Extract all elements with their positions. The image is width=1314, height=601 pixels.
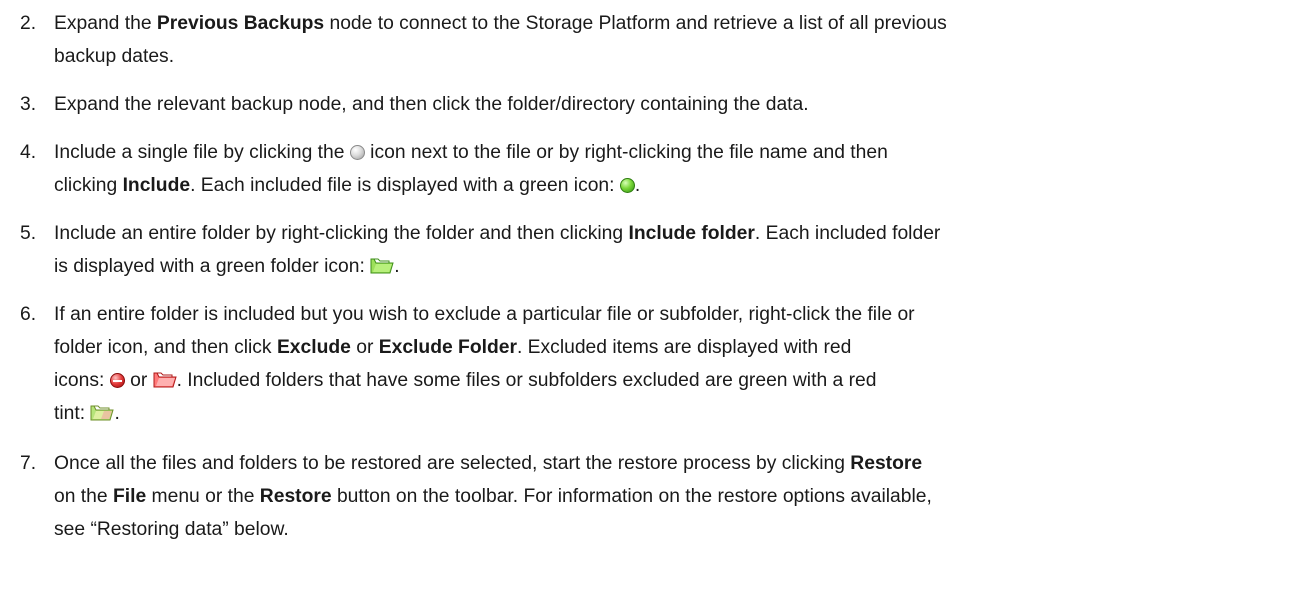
- ui-term-previous-backups: Previous Backups: [156, 13, 325, 34]
- step-number: 7.: [20, 453, 37, 474]
- step-text-line: on the File menu or the Restore button o…: [54, 486, 932, 507]
- step-text-line: icons: or . Included folders that have s…: [54, 370, 877, 391]
- ui-term-exclude: Exclude: [276, 337, 351, 358]
- step-text-line: If an entire folder is included but you …: [54, 304, 915, 325]
- step-number: 3.: [20, 94, 37, 115]
- step-number: 2.: [20, 13, 37, 34]
- ui-term-file: File: [112, 486, 147, 507]
- ui-term-restore: Restore: [850, 453, 923, 474]
- step-text-line: Once all the files and folders to be res…: [54, 453, 923, 474]
- ui-term-exclude-folder: Exclude Folder: [378, 337, 517, 358]
- step-text-line: Include an entire folder by right-clicki…: [54, 223, 941, 244]
- step-text-line: backup dates.: [54, 46, 175, 67]
- step-number: 5.: [20, 223, 37, 244]
- step-text-line: Expand the Previous Backups node to conn…: [54, 13, 947, 34]
- step-number: 6.: [20, 304, 37, 325]
- ui-term-include-folder: Include folder: [628, 223, 755, 244]
- red-folder-icon: [153, 372, 177, 388]
- red-circle-icon: [109, 373, 125, 388]
- step-text-line: is displayed with a green folder icon: .: [54, 256, 400, 277]
- step-text-line: tint: .: [54, 403, 120, 424]
- step-number: 4.: [20, 142, 37, 163]
- green-red-tint-folder-icon: [90, 405, 115, 421]
- grey-circle-icon: [349, 145, 365, 160]
- step-text-line: see “Restoring data” below.: [54, 519, 289, 540]
- step-text-line: folder icon, and then click Exclude or E…: [54, 337, 852, 358]
- ui-term-restore-button: Restore: [259, 486, 332, 507]
- step-text-line: Include a single file by clicking the ic…: [54, 142, 888, 163]
- step-text-line: Expand the relevant backup node, and the…: [54, 94, 809, 115]
- step-text-line: clicking Include. Each included file is …: [54, 175, 641, 196]
- green-circle-icon: [619, 178, 635, 193]
- green-folder-icon: [370, 258, 394, 274]
- document-page: 2. Expand the Previous Backups node to c…: [0, 0, 1314, 601]
- ui-term-include: Include: [122, 175, 191, 196]
